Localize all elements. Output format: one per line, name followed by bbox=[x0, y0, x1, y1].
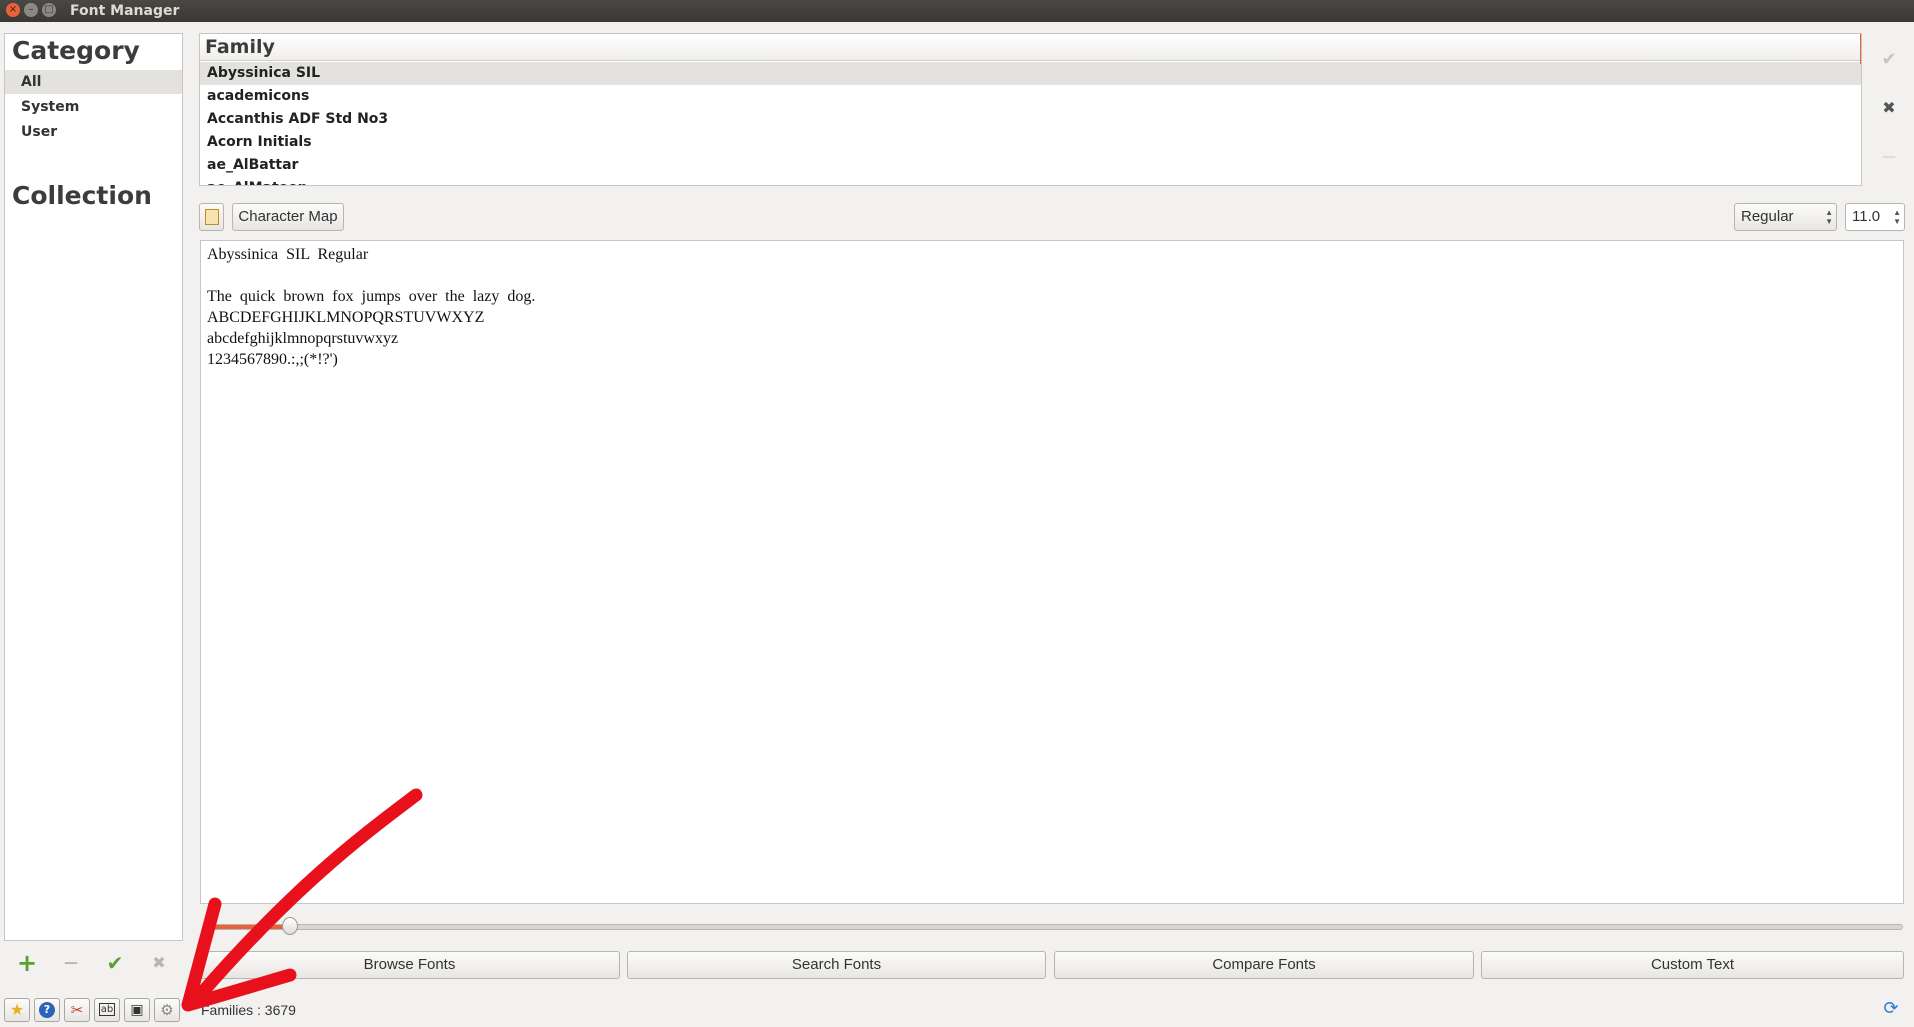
font-export-button[interactable]: ab bbox=[94, 998, 120, 1022]
chevron-updown-icon: ▲ ▼ bbox=[1825, 208, 1833, 226]
checkmark-icon: ✔ bbox=[1881, 49, 1897, 70]
settings-icon: ⚙ bbox=[160, 1001, 174, 1019]
slider-handle[interactable] bbox=[282, 917, 298, 935]
scrollbar-indicator[interactable] bbox=[1860, 34, 1861, 64]
checkmark-icon: ✔ bbox=[106, 951, 124, 975]
custom-text-button[interactable]: Custom Text bbox=[1481, 951, 1904, 979]
category-item-system[interactable]: System bbox=[5, 95, 182, 119]
family-column-header[interactable]: Family bbox=[200, 34, 1861, 61]
font-size-value: 11.0 bbox=[1852, 208, 1881, 225]
family-row[interactable]: ae_AlMateen bbox=[200, 177, 1861, 185]
family-row[interactable]: Acorn Initials bbox=[200, 131, 1861, 154]
help-button[interactable]: ? bbox=[34, 998, 60, 1022]
family-row[interactable]: academicons bbox=[200, 85, 1861, 108]
family-row[interactable]: Abyssinica SIL bbox=[200, 62, 1861, 85]
category-pane: Category All System User Collection bbox=[4, 33, 183, 941]
spin-arrows-icon[interactable]: ▲ ▼ bbox=[1893, 208, 1901, 226]
disable-font-button[interactable]: ✖ bbox=[1872, 88, 1906, 128]
tools-button[interactable]: ✂ bbox=[64, 998, 90, 1022]
font-style-select[interactable]: Regular ▲ ▼ bbox=[1734, 203, 1837, 231]
font-size-spinbox[interactable]: 11.0 ▲ ▼ bbox=[1845, 203, 1905, 231]
slider-fill bbox=[206, 925, 291, 929]
font-info-icon bbox=[204, 209, 219, 225]
enable-font-button[interactable]: ✔ bbox=[1872, 40, 1906, 80]
save-icon: ▣ bbox=[130, 1002, 144, 1018]
category-item-user[interactable]: User bbox=[5, 120, 182, 144]
family-list[interactable]: Family Abyssinica SIL academicons Accant… bbox=[199, 33, 1862, 186]
preview-digits: 1234567890.:,;(*!?') bbox=[207, 351, 338, 368]
font-preview-area[interactable]: Abyssinica SIL Regular The quick brown f… bbox=[200, 240, 1904, 904]
preview-title: Abyssinica SIL Regular bbox=[207, 246, 369, 263]
plus-icon: + bbox=[16, 949, 38, 977]
browse-fonts-button[interactable]: Browse Fonts bbox=[199, 951, 620, 979]
window-minimize-button[interactable]: – bbox=[24, 3, 38, 17]
category-heading: Category bbox=[12, 36, 140, 65]
collection-heading: Collection bbox=[12, 181, 152, 210]
enable-collection-button[interactable]: ✔ bbox=[98, 949, 132, 977]
families-count: Families : 3679 bbox=[201, 1002, 296, 1018]
font-style-value: Regular bbox=[1741, 208, 1794, 225]
minus-icon: — bbox=[1882, 149, 1896, 165]
font-export-icon: ab bbox=[98, 1003, 116, 1016]
title-bar: × – □ Font Manager bbox=[0, 0, 1914, 22]
favorite-button[interactable]: ★ bbox=[4, 998, 30, 1022]
compare-fonts-button[interactable]: Compare Fonts bbox=[1054, 951, 1474, 979]
minus-icon: — bbox=[64, 955, 78, 971]
category-item-all[interactable]: All bbox=[5, 70, 182, 94]
preview-uppercase: ABCDEFGHIJKLMNOPQRSTUVWXYZ bbox=[207, 309, 485, 326]
window-maximize-button[interactable]: □ bbox=[42, 3, 56, 17]
preview-pangram: The quick brown fox jumps over the lazy … bbox=[207, 288, 536, 305]
window-title: Font Manager bbox=[70, 3, 180, 19]
close-icon: ✖ bbox=[152, 953, 166, 972]
remove-collection-button[interactable]: — bbox=[54, 949, 88, 977]
help-icon: ? bbox=[39, 1002, 55, 1018]
search-fonts-button[interactable]: Search Fonts bbox=[627, 951, 1046, 979]
tools-icon: ✂ bbox=[70, 1001, 84, 1019]
disable-collection-button[interactable]: ✖ bbox=[142, 949, 176, 977]
window-close-button[interactable]: × bbox=[6, 3, 20, 17]
font-info-button[interactable] bbox=[199, 203, 224, 231]
refresh-icon[interactable]: ⟳ bbox=[1880, 998, 1902, 1020]
save-button[interactable]: ▣ bbox=[124, 998, 150, 1022]
family-row[interactable]: ae_AlBattar bbox=[200, 154, 1861, 177]
preview-lowercase: abcdefghijklmnopqrstuvwxyz bbox=[207, 330, 399, 347]
preview-size-slider[interactable] bbox=[205, 924, 1903, 930]
add-collection-button[interactable]: + bbox=[10, 949, 44, 977]
close-icon: ✖ bbox=[1882, 98, 1896, 117]
settings-button[interactable]: ⚙ bbox=[154, 998, 180, 1022]
remove-font-button[interactable]: — bbox=[1872, 137, 1906, 177]
star-icon: ★ bbox=[9, 1000, 25, 1019]
character-map-button[interactable]: Character Map bbox=[232, 203, 344, 231]
family-row[interactable]: Accanthis ADF Std No3 bbox=[200, 108, 1861, 131]
